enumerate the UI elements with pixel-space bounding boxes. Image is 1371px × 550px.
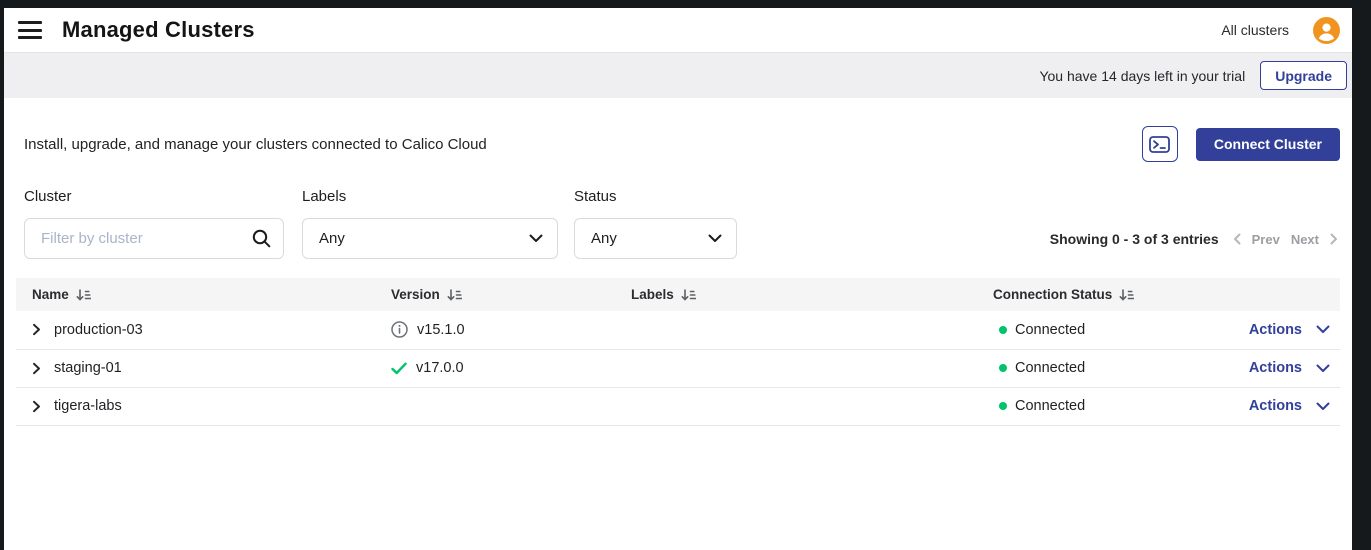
sort-icon: [681, 289, 696, 301]
row-expander-chevron-icon[interactable]: [32, 400, 41, 413]
pagination-summary: Showing 0 - 3 of 3 entries: [1050, 231, 1219, 247]
cluster-version: v15.1.0: [417, 322, 465, 338]
cluster-name: production-03: [54, 322, 143, 338]
chevron-down-icon: [708, 234, 722, 243]
pagination: Showing 0 - 3 of 3 entries Prev Next: [1050, 231, 1340, 259]
connect-cluster-button[interactable]: Connect Cluster: [1196, 128, 1340, 161]
trial-banner: You have 14 days left in your trial Upgr…: [4, 53, 1352, 98]
sort-icon: [1119, 289, 1134, 301]
table-row: staging-01 v17.0.0: [16, 349, 1340, 387]
clusters-table: Name Version: [16, 278, 1340, 426]
row-expander-chevron-icon[interactable]: [32, 362, 41, 375]
status-dot: [999, 326, 1007, 334]
app-bar: Managed Clusters All clusters: [4, 8, 1352, 53]
status-filter-select[interactable]: Any: [574, 218, 737, 259]
cluster-labels: [631, 387, 993, 425]
chevron-down-icon: [1316, 364, 1330, 373]
status-dot: [999, 364, 1007, 372]
column-header-name[interactable]: Name: [16, 278, 391, 311]
prev-page-button[interactable]: Prev: [1252, 232, 1280, 247]
column-header-actions: [1261, 278, 1340, 311]
page-description: Install, upgrade, and manage your cluste…: [24, 136, 487, 153]
chevron-down-icon: [1316, 402, 1330, 411]
cluster-name: tigera-labs: [54, 398, 122, 414]
managed-clusters-page: Managed Clusters All clusters You have 1…: [4, 8, 1352, 550]
cluster-labels: [631, 311, 993, 349]
terminal-button[interactable]: [1142, 126, 1178, 162]
labels-filter-select[interactable]: Any: [302, 218, 558, 259]
actions-label: Actions: [1249, 322, 1302, 338]
connection-status-text: Connected: [1015, 322, 1085, 338]
labels-filter-label: Labels: [302, 188, 558, 205]
trial-message: You have 14 days left in your trial: [1039, 68, 1245, 84]
page-title: Managed Clusters: [62, 17, 255, 43]
cluster-version: v17.0.0: [416, 360, 464, 376]
column-header-connection-status[interactable]: Connection Status: [993, 278, 1261, 311]
actions-menu-button[interactable]: Actions: [1249, 398, 1330, 414]
upgrade-button[interactable]: Upgrade: [1260, 61, 1347, 90]
connection-status-text: Connected: [1015, 360, 1085, 376]
chevron-left-icon[interactable]: [1233, 233, 1241, 245]
row-expander-chevron-icon[interactable]: [32, 323, 41, 336]
actions-menu-button[interactable]: Actions: [1249, 360, 1330, 376]
labels-filter-value: Any: [319, 230, 345, 247]
version-info-icon: [391, 321, 408, 338]
connection-status-text: Connected: [1015, 398, 1085, 414]
sort-icon: [76, 289, 91, 301]
column-header-version[interactable]: Version: [391, 278, 631, 311]
next-page-button[interactable]: Next: [1291, 232, 1319, 247]
search-icon[interactable]: [251, 228, 272, 249]
main-content: Install, upgrade, and manage your cluste…: [4, 98, 1352, 550]
status-filter-value: Any: [591, 230, 617, 247]
chevron-right-icon[interactable]: [1330, 233, 1338, 245]
table-header-row: Name Version: [16, 278, 1340, 311]
cluster-filter-input[interactable]: [24, 218, 284, 259]
table-row: tigera-labs: [16, 387, 1340, 425]
column-header-labels[interactable]: Labels: [631, 278, 993, 311]
sort-icon: [447, 289, 462, 301]
status-filter-label: Status: [574, 188, 737, 205]
menu-hamburger-icon[interactable]: [18, 21, 42, 39]
chevron-down-icon: [529, 234, 543, 243]
cluster-scope-selector[interactable]: All clusters: [1221, 22, 1289, 38]
user-avatar[interactable]: [1313, 17, 1340, 44]
cluster-labels: [631, 349, 993, 387]
actions-label: Actions: [1249, 360, 1302, 376]
cluster-filter-label: Cluster: [24, 188, 284, 205]
chevron-down-icon: [1316, 325, 1330, 334]
version-check-icon: [391, 362, 407, 375]
table-row: production-03 v15.1.0: [16, 311, 1340, 349]
terminal-icon: [1149, 136, 1170, 153]
cluster-name: staging-01: [54, 360, 122, 376]
actions-label: Actions: [1249, 398, 1302, 414]
status-dot: [999, 402, 1007, 410]
cluster-table-body: production-03 v15.1.0: [16, 311, 1340, 425]
actions-menu-button[interactable]: Actions: [1249, 322, 1330, 338]
